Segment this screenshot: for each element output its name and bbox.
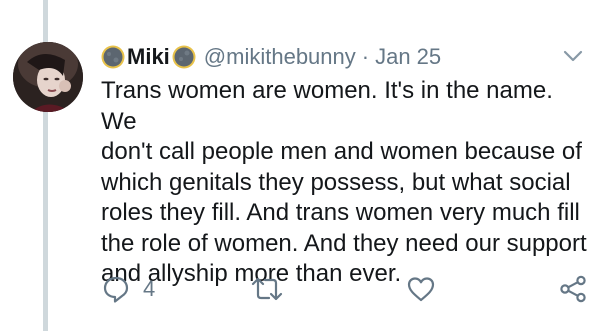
tweet-header: Miki @mikithebunny · Jan 25 <box>101 40 441 74</box>
heart-icon <box>407 277 435 302</box>
tweet-date[interactable]: Jan 25 <box>375 44 441 70</box>
tweet-text: Trans women are women. It's in the name.… <box>101 77 587 287</box>
like-button[interactable] <box>406 274 436 304</box>
retweet-icon <box>251 277 283 301</box>
chevron-down-icon <box>563 50 583 62</box>
header-separator: · <box>361 44 370 69</box>
reply-icon <box>103 276 129 303</box>
reply-button[interactable]: 4 <box>101 274 155 304</box>
new-moon-icon <box>101 45 125 69</box>
tweet-menu-button[interactable] <box>560 46 586 66</box>
author-handle[interactable]: @mikithebunny <box>204 44 356 70</box>
new-moon-icon <box>172 45 196 69</box>
reply-count: 4 <box>143 276 156 301</box>
author-display-name[interactable]: Miki <box>127 44 170 70</box>
share-button[interactable] <box>558 274 588 304</box>
tweet-actions: 4 <box>101 274 591 306</box>
share-icon <box>560 275 586 303</box>
retweet-button[interactable] <box>251 274 283 304</box>
avatar[interactable] <box>13 42 83 112</box>
